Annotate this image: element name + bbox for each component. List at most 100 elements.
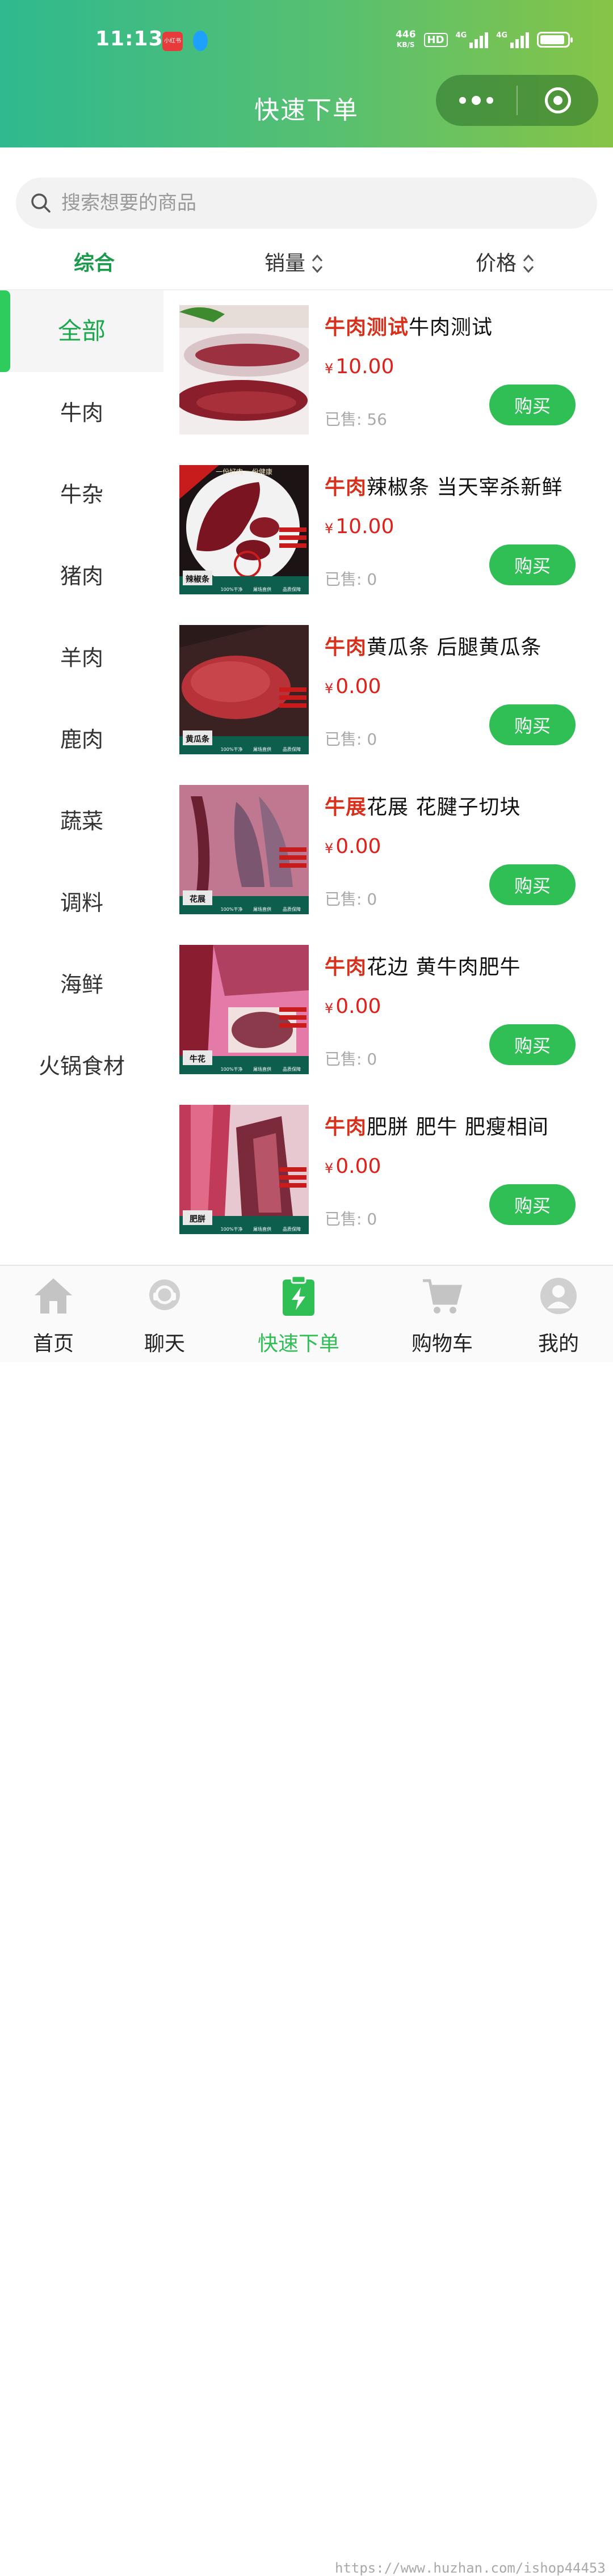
category-item-pork[interactable]: 猪肉: [0, 535, 163, 617]
image-footer-3: 品质保障: [283, 746, 301, 752]
product-image[interactable]: 花展 100%干净 屠场直供 品质保障: [179, 785, 309, 914]
product-image[interactable]: 牛花 100%干净 屠场直供 品质保障: [179, 945, 309, 1074]
image-caption: 辣椒条: [186, 575, 210, 584]
buy-button[interactable]: 购买: [489, 544, 576, 585]
product-sold-count: 已售: 0: [325, 890, 377, 909]
buy-button[interactable]: 购买: [489, 385, 576, 425]
category-item-venison[interactable]: 鹿肉: [0, 699, 163, 780]
category-item-vegetables[interactable]: 蔬菜: [0, 780, 163, 862]
search-input[interactable]: [60, 191, 562, 215]
product-title[interactable]: 牛肉辣椒条 当天宰杀新鲜: [325, 471, 597, 500]
image-caption: 肥胼: [190, 1214, 205, 1224]
search-bar[interactable]: [16, 178, 597, 229]
product-sold-count: 已售: 0: [325, 1050, 377, 1069]
sort-toggle-icon: [311, 254, 324, 273]
tab-label: 聊天: [144, 1332, 185, 1355]
sort-sales[interactable]: 销量: [264, 238, 324, 289]
product-item[interactable]: 一份好肉 一份健康 辣椒条 100%干净 屠场直供 品质保障 牛肉辣椒条 当天宰…: [163, 450, 613, 610]
category-item-lamb[interactable]: 羊肉: [0, 617, 163, 699]
buy-button[interactable]: 购买: [489, 864, 576, 905]
sort-sales-label: 销量: [264, 252, 306, 275]
category-item-all[interactable]: 全部: [0, 290, 163, 372]
product-item[interactable]: 肥胼 100%干净 屠场直供 品质保障 牛肉肥胼 肥牛 肥瘦相间 ¥0.00 已…: [163, 1090, 613, 1250]
image-banner: 一份好肉 一份健康: [216, 467, 272, 476]
currency-symbol: ¥: [325, 1160, 334, 1176]
product-sold-count: 已售: 0: [325, 1210, 377, 1228]
price-value: 10.00: [335, 355, 394, 378]
product-item[interactable]: 花展 100%干净 屠场直供 品质保障 牛展花展 花腱子切块 ¥0.00 已售:…: [163, 770, 613, 930]
product-price: ¥0.00: [325, 995, 381, 1018]
image-footer-2: 屠场直供: [253, 1066, 271, 1072]
bottom-tab-bar: 首页 聊天 快速下单 购物车 我的 https://www.huzhan.com…: [0, 1265, 613, 2576]
tab-quick-order[interactable]: 快速下单: [247, 1266, 350, 1362]
tab-label: 首页: [32, 1332, 74, 1355]
quick-order-icon: [280, 1275, 317, 1317]
category-item-offal[interactable]: 牛杂: [0, 454, 163, 535]
currency-symbol: ¥: [325, 361, 334, 377]
image-footer-2: 屠场直供: [253, 586, 271, 592]
sort-bar: 综合 销量 价格: [0, 238, 613, 290]
sort-composite[interactable]: 综合: [74, 238, 115, 289]
product-title[interactable]: 牛肉测试牛肉测试: [325, 311, 597, 340]
price-value: 0.00: [335, 835, 381, 858]
product-name: 肥胼 肥牛 肥瘦相间: [367, 1116, 549, 1139]
sort-composite-label: 综合: [74, 252, 115, 275]
price-value: 0.00: [335, 675, 381, 698]
tab-label: 我的: [538, 1332, 579, 1355]
chat-icon: [146, 1275, 183, 1317]
category-item-seasoning[interactable]: 调料: [0, 862, 163, 944]
tab-home[interactable]: 首页: [19, 1266, 87, 1362]
sort-toggle-icon: [522, 254, 535, 273]
buy-button[interactable]: 购买: [489, 704, 576, 745]
signal-icon: 4G: [456, 31, 489, 48]
image-caption: 黄瓜条: [186, 734, 210, 744]
product-title[interactable]: 牛肉花边 黄牛肉肥牛: [325, 951, 597, 980]
product-image[interactable]: 黄瓜条 100%干净 屠场直供 品质保障: [179, 625, 309, 754]
image-footer-3: 品质保障: [283, 1066, 301, 1072]
product-image[interactable]: [179, 305, 309, 434]
product-info: 牛展花展 花腱子切块 ¥0.00 已售: 0 购买: [325, 785, 597, 914]
tab-chat[interactable]: 聊天: [131, 1266, 199, 1362]
hd-badge: HD: [423, 32, 448, 47]
watermark: https://www.huzhan.com/ishop44453: [335, 2560, 606, 2576]
product-price: ¥10.00: [325, 515, 394, 538]
more-options-icon[interactable]: [436, 75, 517, 126]
category-item-hotpot[interactable]: 火锅食材: [0, 1025, 163, 1107]
image-footer-2: 屠场直供: [253, 906, 271, 912]
status-time: 11:13: [95, 27, 163, 50]
product-image[interactable]: 一份好肉 一份健康 辣椒条 100%干净 屠场直供 品质保障: [179, 465, 309, 594]
product-item[interactable]: 黄瓜条 100%干净 屠场直供 品质保障 牛肉黄瓜条 后腿黄瓜条 ¥0.00 已…: [163, 610, 613, 770]
image-caption: 牛花: [190, 1054, 205, 1064]
product-name: 黄瓜条 后腿黄瓜条: [367, 636, 542, 659]
currency-symbol: ¥: [325, 1000, 334, 1016]
buy-button[interactable]: 购买: [489, 1024, 576, 1065]
category-item-seafood[interactable]: 海鲜: [0, 944, 163, 1025]
product-info: 牛肉辣椒条 当天宰杀新鲜 ¥10.00 已售: 0 购买: [325, 465, 597, 594]
currency-symbol: ¥: [325, 681, 334, 696]
tab-label: 快速下单: [257, 1332, 339, 1355]
product-tag: 牛肉: [325, 635, 367, 659]
product-sold-count: 已售: 0: [325, 730, 377, 749]
signal-label-2: 4G: [496, 31, 507, 40]
close-miniprogram-icon[interactable]: [518, 75, 598, 126]
home-icon: [32, 1275, 74, 1317]
product-image[interactable]: 肥胼 100%干净 屠场直供 品质保障: [179, 1105, 309, 1234]
battery-icon: [537, 32, 573, 48]
net-speed-value: 446: [396, 29, 416, 40]
product-tag: 牛肉测试: [325, 315, 409, 339]
product-price: ¥0.00: [325, 1155, 381, 1178]
image-footer-2: 屠场直供: [253, 746, 271, 752]
sort-price[interactable]: 价格: [476, 238, 535, 289]
price-value: 10.00: [335, 515, 394, 538]
product-title[interactable]: 牛肉黄瓜条 后腿黄瓜条: [325, 631, 597, 660]
product-item[interactable]: 牛肉测试牛肉测试 ¥10.00 已售: 56 购买: [163, 290, 613, 450]
product-title[interactable]: 牛肉肥胼 肥牛 肥瘦相间: [325, 1110, 597, 1140]
product-title[interactable]: 牛展花展 花腱子切块: [325, 791, 597, 820]
product-name: 花边 黄牛肉肥牛: [367, 956, 521, 979]
product-item[interactable]: 牛花 100%干净 屠场直供 品质保障 牛肉花边 黄牛肉肥牛 ¥0.00 已售:…: [163, 930, 613, 1090]
tab-profile[interactable]: 我的: [524, 1266, 593, 1362]
category-item-beef[interactable]: 牛肉: [0, 372, 163, 454]
price-value: 0.00: [335, 1155, 381, 1178]
buy-button[interactable]: 购买: [489, 1184, 576, 1225]
tab-cart[interactable]: 购物车: [400, 1266, 485, 1362]
